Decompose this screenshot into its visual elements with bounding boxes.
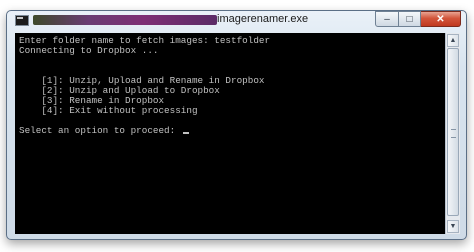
text-cursor (182, 132, 189, 134)
scroll-down-arrow-icon[interactable]: ▼ (447, 220, 459, 233)
prompt-line[interactable]: Select an option to proceed: (19, 126, 189, 136)
scrollbar-thumb[interactable] (447, 48, 459, 216)
scroll-up-arrow-icon[interactable]: ▲ (447, 34, 459, 47)
vertical-scrollbar[interactable]: ▲ ▼ (445, 33, 460, 234)
redacted-title-path (33, 15, 217, 25)
console-window: imagerenamer.exe – □ ✕ Enter folder name… (6, 10, 467, 240)
title-bar[interactable]: imagerenamer.exe – □ ✕ (7, 11, 466, 31)
menu-option-4: [4]: Exit without processing (19, 105, 198, 116)
maximize-button[interactable]: □ (399, 11, 421, 27)
scrollbar-grip-icon (451, 129, 456, 138)
window-title: imagerenamer.exe (217, 13, 309, 25)
minimize-button[interactable]: – (375, 11, 399, 27)
console-app-icon[interactable] (15, 15, 29, 26)
window-controls: – □ ✕ (375, 11, 461, 28)
console-output[interactable]: Enter folder name to fetch images: testf… (15, 33, 445, 234)
console-line: Connecting to Dropbox ... (19, 45, 159, 56)
prompt-text: Select an option to proceed: (19, 125, 181, 136)
close-button[interactable]: ✕ (421, 11, 461, 27)
